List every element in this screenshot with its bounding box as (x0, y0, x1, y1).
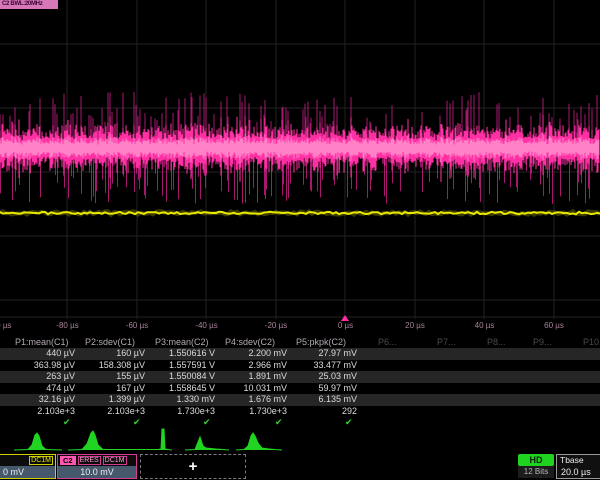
table-row: 263 µV155 µV1.550084 V1.891 mV25.03 mV (0, 371, 600, 383)
trigger-position-icon[interactable] (341, 315, 349, 321)
table-cell: 474 µV (3, 383, 75, 395)
time-tick-label: 0 µs (338, 321, 353, 330)
table-cell: 292 (285, 406, 357, 418)
measure-header-p9[interactable]: P9... (533, 337, 552, 349)
measure-header-p10[interactable]: P10... (583, 337, 600, 349)
table-row: 2.103e+32.103e+31.730e+31.730e+3292 (0, 406, 600, 418)
table-row: P1:mean(C1) P2:sdev(C1) P3:mean(C2) P4:sdev… (0, 337, 600, 349)
histicon (14, 433, 62, 450)
table-cell: 1.891 mV (215, 371, 287, 383)
measure-header-p1[interactable]: P1:mean(C1) (15, 337, 69, 349)
table-cell: 440 µV (3, 348, 75, 360)
time-tick-label: -80 µs (56, 321, 78, 330)
time-tick-label: 20 µs (405, 321, 425, 330)
time-tick-label: 40 µs (475, 321, 495, 330)
table-row: 363.98 µV158.308 µV1.557591 V2.966 mV33.… (0, 360, 600, 372)
table-cell: 1.558645 V (143, 383, 215, 395)
table-cell: 10.031 mV (215, 383, 287, 395)
table-cell: 27.97 mV (285, 348, 357, 360)
table-cell: 2.966 mV (215, 360, 287, 372)
c1-descriptor-box[interactable]: DC1M 0 mV (0, 454, 56, 479)
table-row: 474 µV167 µV1.558645 V10.031 mV59.97 mV (0, 383, 600, 395)
table-cell: 1.399 µV (73, 394, 145, 406)
table-cell: 2.200 mV (215, 348, 287, 360)
c2-trace-badge[interactable]: C2 BWL:20MHz (0, 0, 58, 9)
table-cell: 32.16 µV (3, 394, 75, 406)
timebase-label: Tbase (557, 455, 600, 466)
histicon (185, 437, 229, 450)
time-tick-label: 60 µs (544, 321, 564, 330)
table-cell: 158.308 µV (73, 360, 145, 372)
histicon (68, 429, 172, 450)
timebase-scale: 20.0 µs (557, 466, 600, 478)
measure-header-p8[interactable]: P8... (487, 337, 506, 349)
waveform-canvas (0, 0, 600, 319)
table-cell: 2.103e+3 (73, 406, 145, 418)
c2-channel-badge: C2 (60, 456, 76, 465)
oscilloscope-screen: C2 BWL:20MHz -100 µs -80 µs -60 µs -40 µs -2… (0, 0, 600, 480)
table-cell: 59.97 mV (285, 383, 357, 395)
c2-descriptor-box[interactable]: C2 ERES DC1M 10.0 mV (57, 454, 137, 479)
table-row: 440 µV160 µV1.550616 V2.200 mV27.97 mV (0, 348, 600, 360)
table-cell: 363.98 µV (3, 360, 75, 372)
table-cell: 1.730e+3 (215, 406, 287, 418)
table-cell: 6.135 mV (285, 394, 357, 406)
c2-coupling-token: DC1M (103, 456, 127, 465)
hd-bits-label: 12 Bits (518, 466, 554, 478)
measure-header-p4[interactable]: P4:sdev(C2) (225, 337, 275, 349)
table-cell: 167 µV (73, 383, 145, 395)
measure-histicons (0, 427, 600, 453)
measure-header-p7[interactable]: P7... (437, 337, 456, 349)
time-axis: -100 µs -80 µs -60 µs -40 µs -20 µs 0 µs 20 µs… (0, 320, 600, 334)
table-row: 32.16 µV1.399 µV1.330 mV1.676 mV6.135 mV (0, 394, 600, 406)
time-tick-label: -100 µs (0, 321, 11, 330)
measure-header-p2[interactable]: P2:sdev(C1) (85, 337, 135, 349)
c1-scale: 0 mV (0, 466, 55, 478)
measure-header-p6[interactable]: P6... (378, 337, 397, 349)
hd-mode-module[interactable]: HD 12 Bits (518, 454, 554, 479)
timebase-descriptor-box[interactable]: Tbase 20.0 µs (556, 454, 600, 479)
measure-header-p5[interactable]: P5:pkpk(C2) (296, 337, 346, 349)
waveform-grid[interactable]: C2 BWL:20MHz (0, 0, 600, 319)
table-cell: 2.103e+3 (3, 406, 75, 418)
table-cell: 1.550084 V (143, 371, 215, 383)
c2-eres-token: ERES (78, 456, 101, 465)
table-cell: 155 µV (73, 371, 145, 383)
table-cell: 160 µV (73, 348, 145, 360)
histicon (236, 433, 282, 450)
table-cell: 1.557591 V (143, 360, 215, 372)
time-tick-label: -20 µs (265, 321, 287, 330)
table-cell: 1.730e+3 (143, 406, 215, 418)
table-cell: 25.03 mV (285, 371, 357, 383)
table-cell: 1.676 mV (215, 394, 287, 406)
c1-coupling-token: DC1M (29, 456, 53, 465)
table-cell: 33.477 mV (285, 360, 357, 372)
table-cell: 1.330 mV (143, 394, 215, 406)
hd-badge: HD (518, 454, 554, 466)
measure-table: P1:mean(C1) P2:sdev(C1) P3:mean(C2) P4:sdev… (0, 337, 600, 429)
time-tick-label: -60 µs (126, 321, 148, 330)
table-cell: 263 µV (3, 371, 75, 383)
table-cell: 1.550616 V (143, 348, 215, 360)
c2-scale: 10.0 mV (58, 466, 136, 478)
add-trace-panel[interactable]: + (140, 454, 246, 479)
measure-header-p3[interactable]: P3:mean(C2) (155, 337, 209, 349)
plus-icon: + (189, 458, 198, 475)
time-tick-label: -40 µs (195, 321, 217, 330)
